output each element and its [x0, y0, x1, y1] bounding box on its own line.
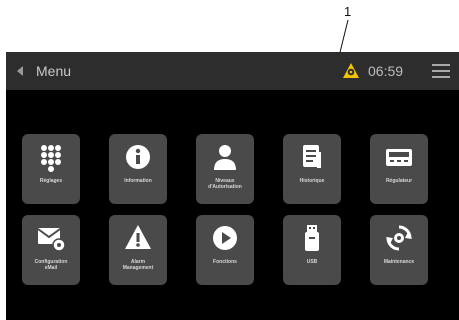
page-title: Menu [36, 63, 72, 79]
usb-icon [305, 225, 319, 251]
tile-alarm-management[interactable]: Alarm Management [109, 215, 167, 285]
tile-label: USB [306, 259, 318, 265]
clock-time: 06:59 [368, 63, 404, 79]
tile-email-configuration[interactable]: Configuration eMail [22, 215, 80, 285]
controller-icon [386, 149, 412, 166]
tile-label: Alarm Management [122, 259, 154, 271]
device-screen: Menu 06:59 Réglages Information Niveaux … [6, 52, 459, 320]
play-icon [213, 226, 237, 250]
back-arrow-icon[interactable] [14, 65, 26, 77]
tile-label: Configuration eMail [34, 259, 68, 271]
tile-label: Historique [299, 178, 325, 184]
tile-label: Maintenance [383, 259, 415, 265]
alarm-warning-icon[interactable] [342, 62, 360, 80]
warning-icon [125, 225, 151, 249]
tile-label: Niveaux d'Autorisation [208, 178, 242, 190]
tile-label: Réglages [39, 178, 63, 184]
callout-number: 1 [344, 4, 352, 19]
tile-label: Fonctions [213, 259, 237, 265]
tile-label: Régulateur [385, 178, 413, 184]
tile-information[interactable]: Information [109, 134, 167, 204]
tile-usb[interactable]: USB [283, 215, 341, 285]
tile-authorization-levels[interactable]: Niveaux d'Autorisation [196, 134, 254, 204]
user-icon [214, 145, 236, 170]
info-icon [126, 145, 150, 169]
maintenance-icon [386, 225, 412, 251]
tile-history[interactable]: Historique [283, 134, 341, 204]
tile-functions[interactable]: Fonctions [196, 215, 254, 285]
top-bar: Menu 06:59 [6, 52, 459, 90]
tile-controller[interactable]: Régulateur [370, 134, 428, 204]
hamburger-menu-icon[interactable] [432, 64, 450, 78]
email-settings-icon [37, 228, 66, 252]
document-icon [303, 145, 321, 168]
keypad-icon [41, 145, 61, 172]
tile-settings[interactable]: Réglages [22, 134, 80, 204]
tile-maintenance[interactable]: Maintenance [370, 215, 428, 285]
tile-label: Information [124, 178, 152, 184]
